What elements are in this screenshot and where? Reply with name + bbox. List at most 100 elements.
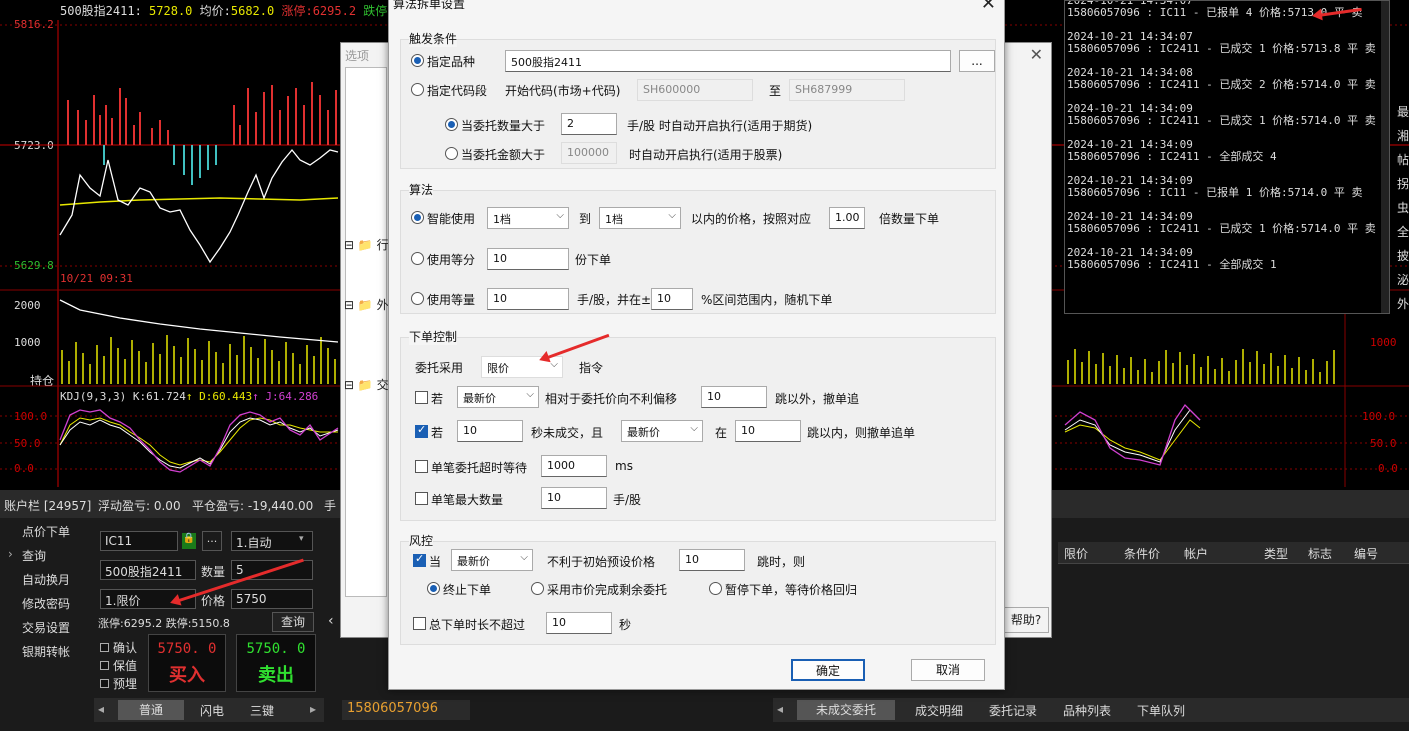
menu-item-auto-rollover[interactable]: 自动换月 [22,571,70,588]
code-input[interactable]: IC11 [100,531,178,551]
risk-ticks-input[interactable]: 10 [679,549,745,571]
preorder-checkbox[interactable] [100,679,109,688]
end-code-input[interactable]: SH687999 [789,79,905,101]
cancel-button[interactable]: 取消 [911,659,985,681]
pause-order-radio[interactable] [709,582,722,595]
stop-order-radio[interactable] [427,582,440,595]
timeout-input[interactable]: 1000 [541,455,607,477]
browse-button[interactable]: ... [959,50,995,72]
sell-button[interactable]: 5750. 0 卖出 [236,634,316,692]
menu-item-query[interactable]: 查询 [22,547,46,564]
if2-secs-input[interactable]: 10 [457,420,523,442]
max-qty-unit: 手/股 [613,493,642,507]
amt-over-input[interactable]: 100000 [561,142,617,164]
hedge-checkbox[interactable] [100,661,109,670]
tab-order-queue[interactable]: 下单队列 [1137,702,1185,719]
tab-pending-orders[interactable]: 未成交委托 [797,700,895,720]
tabs-next-icon[interactable]: ▸ [310,702,316,716]
max-qty-checkbox[interactable] [415,492,428,505]
specify-product-radio[interactable] [411,54,424,67]
tab-product-list[interactable]: 品种列表 [1063,702,1111,719]
col-limit-price[interactable]: 限价 [1064,545,1088,562]
if1-price-select[interactable]: 最新价 ⌵ [457,386,539,408]
risk-price-select[interactable]: 最新价 ⌵ [451,549,533,571]
col-number[interactable]: 编号 [1354,545,1378,562]
start-code-input[interactable]: SH600000 [637,79,753,101]
chevron-down-icon: ⌵ [526,389,534,400]
menu-item-change-password[interactable]: 修改密码 [22,595,70,612]
specify-code-radio[interactable] [411,83,424,96]
tab-trade-details[interactable]: 成交明细 [915,702,963,719]
equal-qty-input[interactable]: 10 [487,288,569,310]
collapse-left-icon[interactable]: ‹ [328,613,334,629]
buy-button[interactable]: 5750. 0 买入 [148,634,226,692]
col-condition-price[interactable]: 条件价 [1124,545,1160,562]
menu-item-quick-order[interactable]: 点价下单 [22,523,70,540]
if2-checkbox[interactable] [415,423,428,438]
smart-from-value: 1档 [493,213,511,226]
tree-node-3[interactable]: ⊟ 📁 交 [344,376,389,393]
account-id-tab[interactable]: 15806057096 [342,700,470,720]
equal-parts-input[interactable]: 10 [487,248,569,270]
equal-parts-radio[interactable] [411,252,424,265]
options-tree[interactable]: ⊟ 📁 行 ⊟ 📁 外 ⊟ 📁 交 [344,67,389,597]
timeout-checkbox[interactable] [415,460,428,473]
qty-over-input[interactable]: 2 [561,113,617,135]
chevron-down-icon: ⌵ [520,552,528,563]
market-complete-radio[interactable] [531,582,544,595]
col-type[interactable]: 类型 [1264,545,1288,562]
tree-node-1-label: 行 [376,238,389,252]
equal-qty-range-input[interactable]: 10 [651,288,693,310]
tabs-prev-icon[interactable]: ◂ [98,702,104,716]
tree-node-1[interactable]: ⊟ 📁 行 [344,236,389,253]
if2-price-select[interactable]: 最新价 ⌵ [621,420,703,442]
amt-over-radio[interactable] [445,147,458,160]
close-icon[interactable]: ✕ [981,0,996,14]
if2-price-value: 最新价 [627,426,660,439]
records-tabs-prev-icon[interactable]: ◂ [777,702,783,716]
max-qty-input[interactable]: 10 [541,487,607,509]
tab-order-records[interactable]: 委托记录 [989,702,1037,719]
risk-when-checkbox[interactable] [413,552,426,567]
help-button[interactable]: 帮助? [1003,607,1049,633]
col-flag[interactable]: 标志 [1308,545,1332,562]
algorithm-group: 算法 智能使用 1档 ⌵ 到 1档 ⌵ 以内的价格，按照对应 1.00 倍数量下单 … [400,181,996,314]
close-icon[interactable]: ✕ [1030,45,1043,64]
tab-lightning[interactable]: 闪电 [200,702,224,719]
smart-to-select[interactable]: 1档 ⌵ [599,207,681,229]
col-account[interactable]: 帐户 [1184,545,1208,562]
lock-icon[interactable]: 🔒 [182,533,196,549]
total-time-checkbox[interactable] [413,617,426,630]
if2-ticks-input[interactable]: 10 [735,420,801,442]
smart-from-select[interactable]: 1档 ⌵ [487,207,569,229]
confirm-checkbox[interactable] [100,643,109,652]
log-entry-text: 15806057096 : IC2411 - 全部成交 4 [1067,150,1277,163]
query-button[interactable]: 查询 [272,612,314,632]
chevron-down-icon: ⌵ [668,210,676,221]
equal-parts-suffix: 份下单 [575,253,612,267]
tab-three-keys[interactable]: 三键 [250,702,274,719]
smart-to-value: 1档 [605,213,623,226]
order-type-select[interactable]: 限价 ⌵ [481,356,563,378]
if1-ticks-input[interactable]: 10 [701,386,767,408]
price-input[interactable]: 5750 [231,589,313,609]
if1-checkbox[interactable] [415,391,428,404]
order-log-panel[interactable]: 2024-10-21 14:34:07 15806057096 : IC11 - … [1064,0,1390,314]
timeout-label: 单笔委托超时等待 [431,461,528,475]
trigger-group: 触发条件 指定品种 500股指2411 ... 指定代码段 开始代码(市场+代码… [400,30,996,169]
smart-radio[interactable] [411,211,424,224]
multiplier-input[interactable]: 1.00 [829,207,865,229]
total-time-input[interactable]: 10 [546,612,612,634]
tree-node-2[interactable]: ⊟ 📁 外 [344,296,389,313]
qty-over-radio[interactable] [445,118,458,131]
product-input[interactable]: 500股指2411 [505,50,951,72]
equal-qty-radio[interactable] [411,292,424,305]
ok-button[interactable]: 确定 [791,659,865,681]
more-button[interactable]: ... [202,531,222,551]
tab-normal[interactable]: 普通 [118,700,184,720]
log-scrollbar[interactable] [1381,1,1389,313]
menu-item-bank-transfer[interactable]: 银期转帐 [22,643,70,660]
amt-over-label: 当委托金额大于 [461,148,546,162]
menu-item-trade-settings[interactable]: 交易设置 [22,619,70,636]
log-entry-text: 15806057096 : IC2411 - 已成交 1 价格:5713.8 平… [1067,42,1376,55]
